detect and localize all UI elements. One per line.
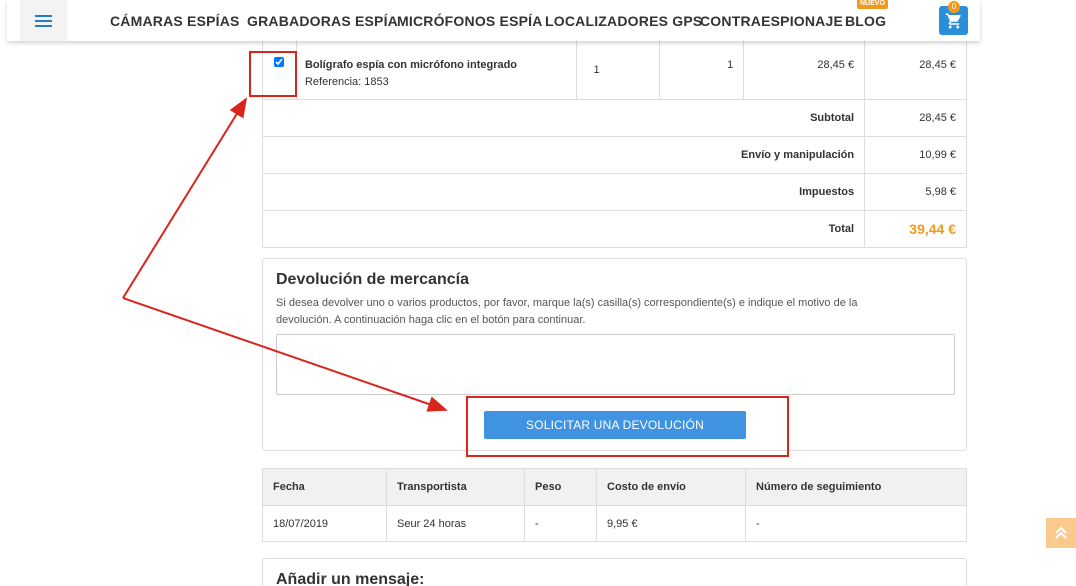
nav-microfonos-espia[interactable]: MICRÓFONOS ESPÍA xyxy=(397,13,543,29)
product-name: Bolígrafo espía con micrófono integrado xyxy=(304,59,518,71)
checkbox-highlight-box xyxy=(249,51,297,97)
nav-grabadoras-espia[interactable]: GRABADORAS ESPÍA xyxy=(247,13,398,29)
product-reference: Referencia: 1853 xyxy=(304,76,389,88)
shipping-table: Fecha Transportista Peso Costo de envío … xyxy=(262,468,967,542)
table-row: Total 39,44 € xyxy=(261,210,967,248)
table-row: Subtotal 28,45 € xyxy=(261,99,967,137)
shipping-carrier: Seur 24 horas xyxy=(386,505,525,542)
shipping-date: 18/07/2019 xyxy=(262,505,387,542)
double-chevron-up-icon xyxy=(1055,526,1067,539)
product-quantity: 1 xyxy=(575,36,661,100)
product-cell: Bolígrafo espía con micrófono integrado … xyxy=(295,36,577,100)
cart-count-badge: 0 xyxy=(948,1,960,13)
nav-blog[interactable]: BLOG xyxy=(845,13,886,29)
total-value: 39,44 € xyxy=(909,221,956,237)
return-title: Devolución de mercancía xyxy=(276,271,469,288)
shipping-tracking: - xyxy=(745,505,967,542)
button-highlight-box xyxy=(466,396,789,457)
return-reason-textarea[interactable] xyxy=(276,334,955,395)
shipping-weight: - xyxy=(524,505,597,542)
table-row: 18/07/2019 Seur 24 horas - 9,95 € - xyxy=(262,505,967,542)
add-message-panel: Añadir un mensaje: xyxy=(262,558,967,586)
shopping-cart-icon xyxy=(945,13,961,28)
nav-contraespionaje[interactable]: CONTRAESPIONAJE xyxy=(700,13,843,29)
header-date: Fecha xyxy=(262,468,387,506)
return-instructions: Si desea devolver uno o varios productos… xyxy=(276,297,858,326)
subtotal-value: 28,45 € xyxy=(864,99,967,137)
add-message-title: Añadir un mensaje: xyxy=(276,571,425,586)
subtotal-label: Subtotal xyxy=(261,99,866,137)
table-row: Impuestos 5,98 € xyxy=(261,173,967,211)
shipping-cost: 9,95 € xyxy=(596,505,746,542)
table-header-row: Fecha Transportista Peso Costo de envío … xyxy=(262,468,967,506)
return-quantity: 1 xyxy=(659,36,745,100)
header-carrier: Transportista xyxy=(386,468,525,506)
top-navigation-bar: CÁMARAS ESPÍAS GRABADORAS ESPÍA MICRÓFON… xyxy=(7,0,980,41)
tax-value: 5,98 € xyxy=(864,173,967,211)
menu-icon[interactable] xyxy=(20,0,67,41)
nav-localizadores-gps[interactable]: LOCALIZADORES GPS xyxy=(545,13,702,29)
shipping-label: Envío y manipulación xyxy=(261,136,866,174)
table-row: Bolígrafo espía con micrófono integrado … xyxy=(262,36,967,100)
total-value-cell: 39,44 € xyxy=(864,210,967,248)
tax-label: Impuestos xyxy=(261,173,866,211)
back-to-top-button[interactable] xyxy=(1046,518,1076,548)
line-total: 28,45 € xyxy=(864,36,967,100)
unit-price: 28,45 € xyxy=(743,36,866,100)
total-label: Total xyxy=(261,210,866,248)
header-shipping-cost: Costo de envío xyxy=(596,468,746,506)
nav-camaras-espias[interactable]: CÁMARAS ESPÍAS xyxy=(110,13,240,29)
arrow-to-checkbox xyxy=(122,97,248,299)
new-badge: NUEVO xyxy=(857,0,888,9)
order-products-table: Bolígrafo espía con micrófono integrado … xyxy=(261,36,967,248)
header-weight: Peso xyxy=(524,468,597,506)
table-row: Envío y manipulación 10,99 € xyxy=(261,136,967,174)
shipping-value: 10,99 € xyxy=(864,136,967,174)
header-tracking-number: Número de seguimiento xyxy=(745,468,967,506)
